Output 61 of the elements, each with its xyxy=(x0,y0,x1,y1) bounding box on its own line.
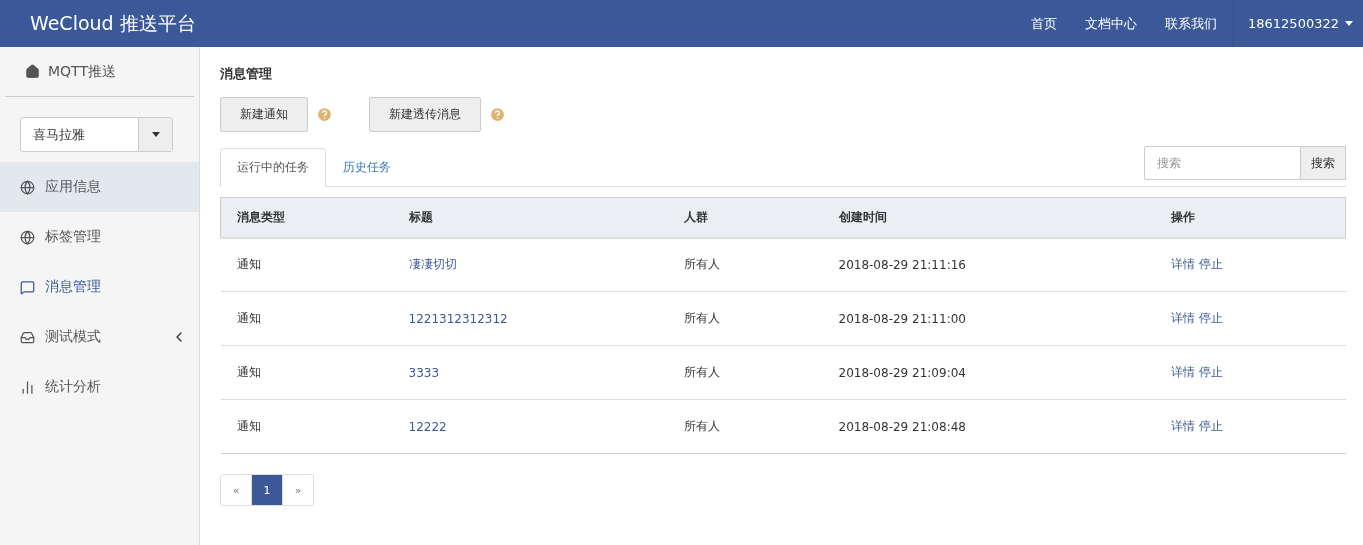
page-title: 消息管理 xyxy=(220,65,273,83)
create-button[interactable]: 新建通知 xyxy=(220,97,308,132)
brand-title: WeCloud 推送平台 xyxy=(29,10,197,36)
column-header: 人群 xyxy=(667,197,823,238)
tab[interactable]: 历史任务 xyxy=(326,148,408,187)
action-link[interactable]: 停止 xyxy=(1198,311,1223,325)
nav-link[interactable]: 文档中心 xyxy=(1085,14,1137,33)
search-field[interactable]: 搜索 xyxy=(1144,146,1301,180)
table-cell: 所有人 xyxy=(667,399,823,454)
table-cell: 2018-08-29 21:11:00 xyxy=(822,291,1155,346)
action-link[interactable]: 详情 xyxy=(1170,365,1195,379)
sidebar-item[interactable]: 测试模式 xyxy=(0,312,199,362)
table-cell: 所有人 xyxy=(667,237,823,292)
caret-icon xyxy=(1345,21,1353,26)
nav-link[interactable]: 联系我们 xyxy=(1165,14,1217,33)
sidebar-item[interactable]: 应用信息 xyxy=(0,162,199,212)
page-button[interactable]: 1 xyxy=(251,474,283,506)
title-link[interactable]: 凄凄切切 xyxy=(408,257,457,272)
help-icon[interactable] xyxy=(316,106,333,123)
action-link[interactable]: 停止 xyxy=(1198,257,1223,272)
sidebar-item[interactable]: 统计分析 xyxy=(0,362,199,412)
sidebar-item[interactable]: 消息管理 xyxy=(0,262,199,312)
action-link[interactable]: 停止 xyxy=(1198,419,1223,433)
column-header: 标题 xyxy=(392,197,668,238)
title-link[interactable]: 12222 xyxy=(408,419,447,434)
user-menu[interactable]: 18612500322 xyxy=(1233,0,1363,47)
home-icon xyxy=(25,64,40,79)
caret-icon xyxy=(151,132,160,137)
table-cell: 2018-08-29 21:08:48 xyxy=(822,399,1155,454)
tab[interactable]: 运行中的任务 xyxy=(220,148,326,187)
table-cell: 所有人 xyxy=(667,345,823,400)
action-link[interactable]: 详情 xyxy=(1170,419,1195,433)
inbox-icon xyxy=(20,329,35,345)
next-page-button[interactable]: » xyxy=(282,474,314,506)
table-cell: 通知 xyxy=(220,237,393,292)
table-cell: 通知 xyxy=(220,345,393,400)
sidebar-item[interactable]: 标签管理 xyxy=(0,212,199,262)
bar-chart-icon xyxy=(20,379,35,395)
app-select[interactable]: 喜马拉雅 xyxy=(20,117,173,152)
nav-link[interactable]: 首页 xyxy=(1031,14,1057,33)
action-link[interactable]: 详情 xyxy=(1170,257,1195,272)
globe-icon xyxy=(20,179,35,195)
title-link[interactable]: 1221312312312 xyxy=(408,311,508,326)
help-icon[interactable] xyxy=(489,106,506,123)
table-cell: 所有人 xyxy=(667,291,823,346)
column-header: 消息类型 xyxy=(220,197,393,238)
action-link[interactable]: 详情 xyxy=(1170,311,1195,325)
table-cell: 通知 xyxy=(220,399,393,454)
table-cell: 通知 xyxy=(220,291,393,346)
globe-icon xyxy=(20,229,35,245)
table-cell: 2018-08-29 21:09:04 xyxy=(822,345,1155,400)
column-header: 操作 xyxy=(1154,197,1346,238)
title-link[interactable]: 3333 xyxy=(408,365,440,380)
search-button[interactable]: 搜索 xyxy=(1301,146,1346,180)
speech-bubble-icon xyxy=(20,279,35,295)
create-button[interactable]: 新建透传消息 xyxy=(369,97,481,132)
column-header: 创建时间 xyxy=(822,197,1155,238)
prev-page-button[interactable]: « xyxy=(220,474,252,506)
table-cell: 2018-08-29 21:11:16 xyxy=(822,237,1155,292)
sidebar-header[interactable]: MQTT推送 xyxy=(5,47,194,97)
action-link[interactable]: 停止 xyxy=(1198,365,1223,379)
